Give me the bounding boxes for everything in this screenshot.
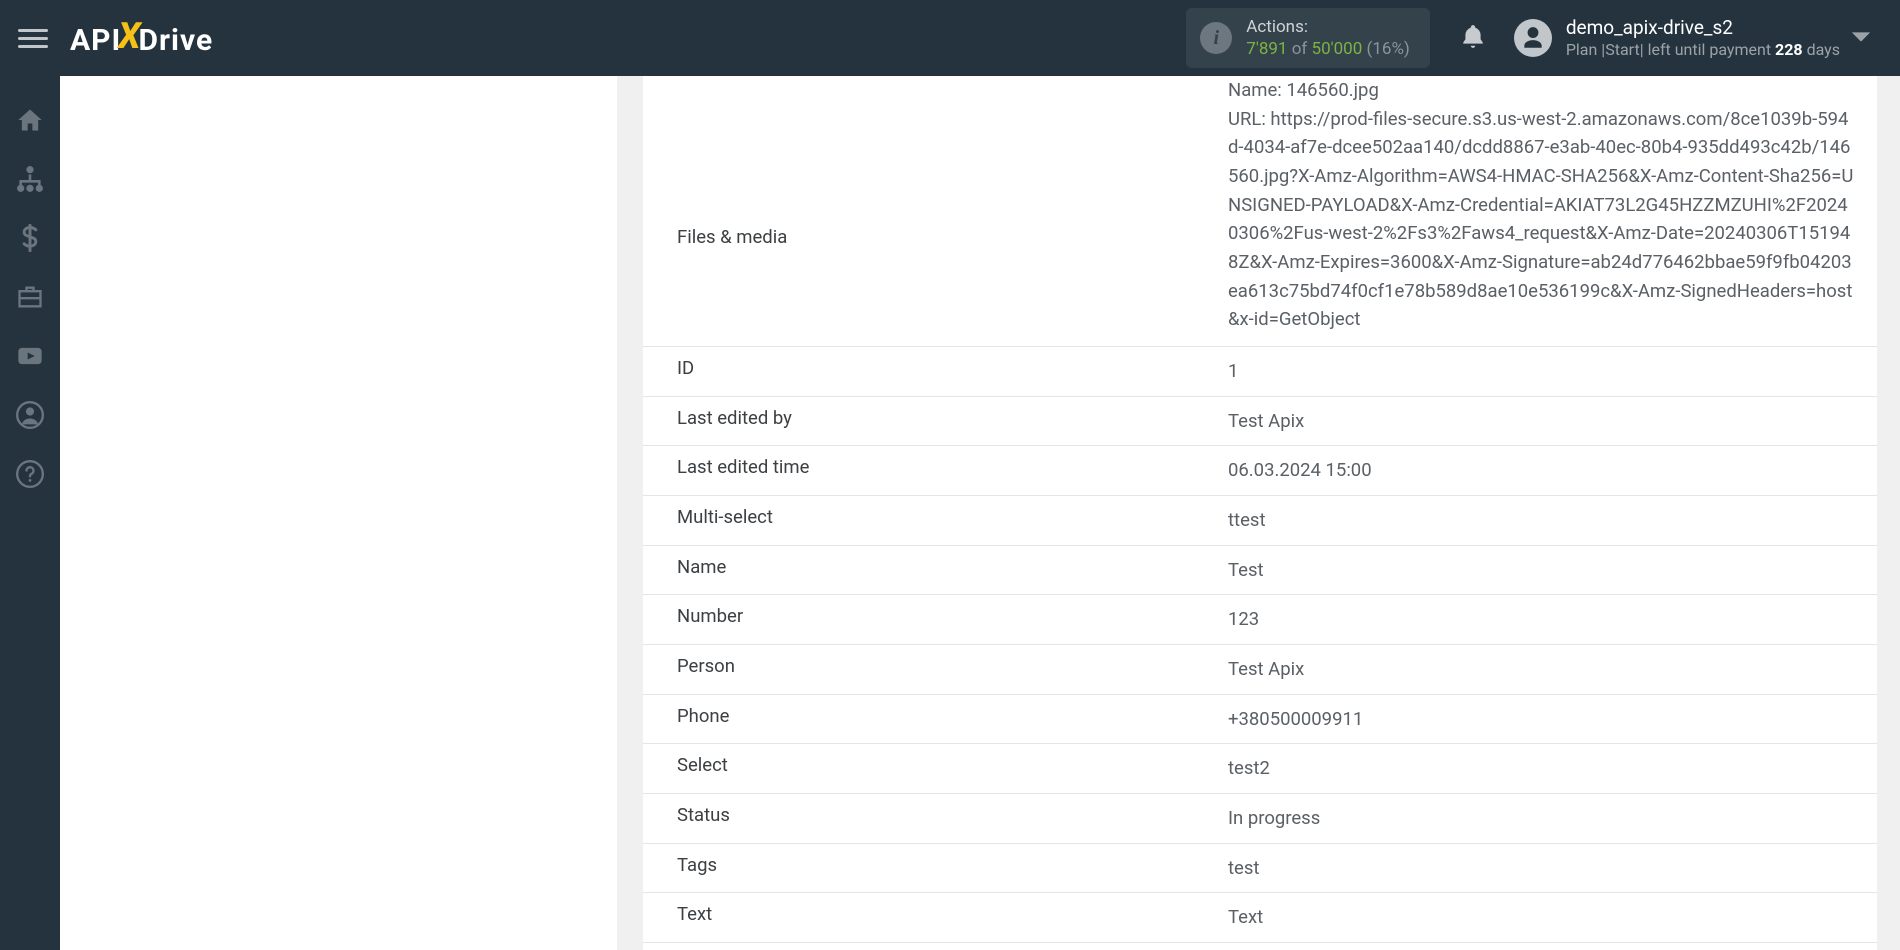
video-icon[interactable] [16, 342, 44, 370]
table-row: Last edited byTest Apix [643, 397, 1877, 447]
table-row: Last edited time06.03.2024 15:00 [643, 446, 1877, 496]
left-panel [60, 76, 617, 950]
user-menu[interactable]: demo_apix-drive_s2 Plan |Start| left unt… [1514, 16, 1840, 60]
table-row: StatusIn progress [643, 794, 1877, 844]
menu-toggle-icon[interactable] [18, 23, 48, 53]
notifications-bell-icon[interactable] [1460, 22, 1486, 54]
table-row: Files & media Name: 146560.jpg URL: http… [643, 76, 1877, 347]
table-row: Number123 [643, 595, 1877, 645]
connections-icon[interactable] [16, 165, 44, 193]
user-icon[interactable] [16, 401, 44, 429]
table-row: PersonTest Apix [643, 645, 1877, 695]
test-data-table: Files & media Name: 146560.jpg URL: http… [643, 76, 1877, 950]
table-row: ID1 [643, 347, 1877, 397]
user-name: demo_apix-drive_s2 [1566, 16, 1840, 40]
actions-counter[interactable]: i Actions: 7'891 of 50'000 (16%) [1186, 8, 1430, 68]
sidebar [0, 76, 60, 950]
data-panel: Files & media Name: 146560.jpg URL: http… [643, 76, 1877, 950]
dollar-icon[interactable] [16, 224, 44, 252]
avatar-icon [1514, 19, 1552, 57]
plan-info: Plan |Start| left until payment 228 days [1566, 40, 1840, 60]
table-row: NameTest [643, 546, 1877, 596]
help-icon[interactable] [16, 460, 44, 488]
info-icon: i [1200, 22, 1232, 54]
table-row: Phone+380500009911 [643, 695, 1877, 745]
table-row: TextText [643, 893, 1877, 943]
chevron-down-icon[interactable] [1840, 29, 1882, 48]
home-icon[interactable] [16, 106, 44, 134]
table-row: Multi-selectttest [643, 496, 1877, 546]
table-row: URLhttps://apix-drive.com [643, 943, 1877, 950]
actions-label: Actions: [1246, 16, 1410, 38]
table-row: Selecttest2 [643, 744, 1877, 794]
briefcase-icon[interactable] [16, 283, 44, 311]
logo[interactable]: APIXDrive [70, 17, 213, 59]
top-header: APIXDrive i Actions: 7'891 of 50'000 (16… [0, 0, 1900, 76]
files-media-value: Name: 146560.jpg URL: https://prod-files… [1228, 76, 1877, 334]
table-row: Tagstest [643, 844, 1877, 894]
